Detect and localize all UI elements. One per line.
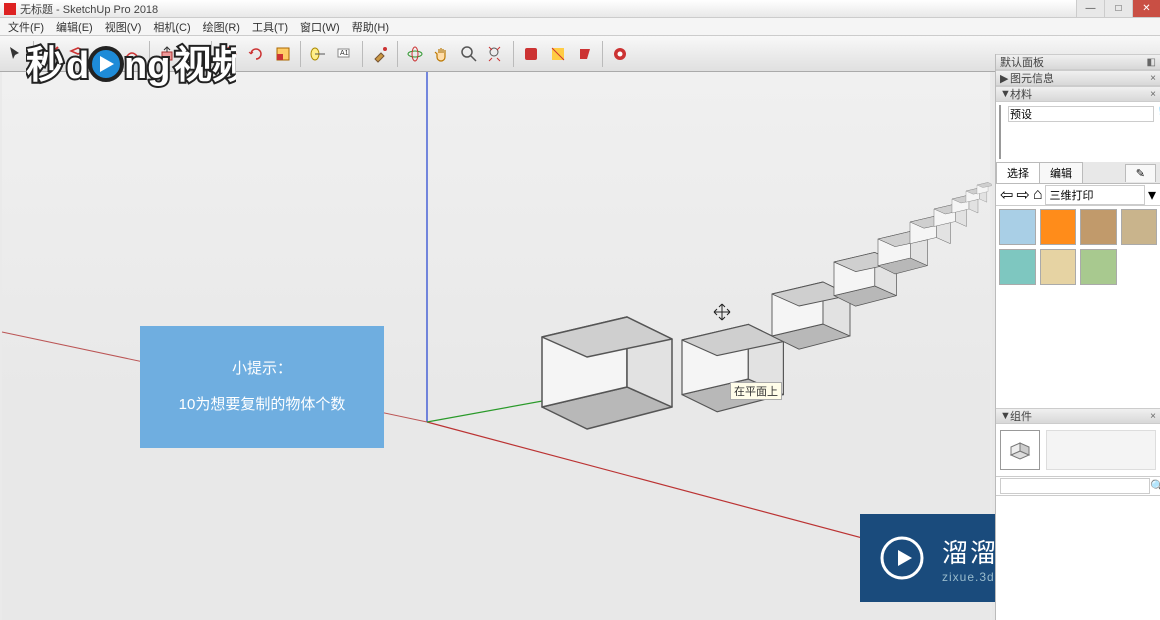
- rotate-tool-icon[interactable]: [244, 42, 268, 66]
- entity-info-header[interactable]: ▶图元信息×: [996, 70, 1160, 86]
- addon1-icon[interactable]: [519, 42, 543, 66]
- material-swatch[interactable]: [1080, 249, 1117, 285]
- text-tool-icon[interactable]: A1: [333, 42, 357, 66]
- addon4-icon[interactable]: [608, 42, 632, 66]
- scale-tool-icon[interactable]: [271, 42, 295, 66]
- zoom-extents-icon[interactable]: [484, 42, 508, 66]
- material-grid: [996, 206, 1160, 288]
- hint-line2: 10为想要复制的物体个数: [179, 387, 346, 423]
- close-icon[interactable]: ×: [1150, 411, 1156, 422]
- app-icon: [4, 3, 16, 15]
- svg-text:秒: 秒: [26, 45, 64, 87]
- default-tray-header[interactable]: 默认面板◧: [996, 54, 1160, 70]
- material-swatch[interactable]: [1121, 209, 1158, 245]
- orbit-tool-icon[interactable]: [403, 42, 427, 66]
- material-name-input[interactable]: [1008, 106, 1154, 122]
- component-info: [1046, 430, 1156, 470]
- menu-help[interactable]: 帮助(H): [346, 19, 395, 35]
- hint-line1: 小提示：: [232, 351, 292, 387]
- close-icon[interactable]: ×: [1150, 73, 1156, 84]
- close-button[interactable]: ✕: [1132, 0, 1160, 17]
- maximize-button[interactable]: □: [1104, 0, 1132, 17]
- watermark-logo: 秒 d ng 视频: [26, 36, 236, 96]
- title-bar: 无标题 - SketchUp Pro 2018 — □ ✕: [0, 0, 1160, 18]
- components-header[interactable]: ▼组件×: [996, 408, 1160, 424]
- pan-tool-icon[interactable]: [430, 42, 454, 66]
- tape-tool-icon[interactable]: [306, 42, 330, 66]
- tray-panels: 默认面板◧ ▶图元信息× ▼材料× 🧊 ℹ ◢ 选择 编辑 ✎ ⇦ ⇨ ⌂ 三维…: [995, 54, 1160, 620]
- menu-tools[interactable]: 工具(T): [246, 19, 294, 35]
- nav-back-icon[interactable]: ⇦: [1000, 185, 1013, 205]
- play-circle-icon: [878, 534, 926, 582]
- menu-edit[interactable]: 编辑(E): [50, 19, 99, 35]
- menu-draw[interactable]: 绘图(R): [197, 19, 246, 35]
- menu-view[interactable]: 视图(V): [99, 19, 148, 35]
- svg-text:ng: ng: [124, 45, 170, 87]
- cursor-tooltip: 在平面上: [730, 382, 782, 400]
- window-title: 无标题 - SketchUp Pro 2018: [20, 1, 158, 17]
- material-swatch[interactable]: [1040, 249, 1077, 285]
- component-thumbnail[interactable]: [1000, 430, 1040, 470]
- material-preview-swatch[interactable]: [999, 105, 1001, 159]
- zoom-tool-icon[interactable]: [457, 42, 481, 66]
- menu-bar: 文件(F) 编辑(E) 视图(V) 相机(C) 绘图(R) 工具(T) 窗口(W…: [0, 18, 1160, 36]
- tab-edit[interactable]: 编辑: [1039, 162, 1083, 183]
- svg-text:视频: 视频: [174, 45, 236, 87]
- search-icon[interactable]: 🔍: [1150, 479, 1160, 493]
- material-swatch[interactable]: [999, 249, 1036, 285]
- component-search-input[interactable]: [1000, 478, 1150, 494]
- menu-file[interactable]: 文件(F): [2, 19, 50, 35]
- hint-overlay: 小提示： 10为想要复制的物体个数: [140, 326, 384, 448]
- svg-text:d: d: [66, 45, 89, 87]
- material-library-select[interactable]: 三维打印: [1045, 185, 1144, 205]
- tab-select[interactable]: 选择: [996, 162, 1040, 183]
- material-swatch[interactable]: [999, 209, 1036, 245]
- close-icon[interactable]: ×: [1150, 89, 1156, 100]
- svg-text:A1: A1: [340, 50, 349, 57]
- nav-fwd-icon[interactable]: ⇨: [1016, 185, 1029, 205]
- menu-camera[interactable]: 相机(C): [147, 19, 196, 35]
- pencil-icon[interactable]: ✎: [1125, 164, 1156, 182]
- details-icon[interactable]: ▾: [1148, 185, 1156, 205]
- material-swatch[interactable]: [1080, 209, 1117, 245]
- home-icon[interactable]: ⌂: [1033, 186, 1043, 204]
- material-swatch[interactable]: [1040, 209, 1077, 245]
- pin-icon[interactable]: ◧: [1147, 57, 1156, 68]
- addon2-icon[interactable]: [546, 42, 570, 66]
- minimize-button[interactable]: —: [1076, 0, 1104, 17]
- menu-window[interactable]: 窗口(W): [294, 19, 346, 35]
- paint-tool-icon[interactable]: [368, 42, 392, 66]
- materials-header[interactable]: ▼材料×: [996, 86, 1160, 102]
- select-tool-icon[interactable]: [4, 42, 28, 66]
- addon3-icon[interactable]: [573, 42, 597, 66]
